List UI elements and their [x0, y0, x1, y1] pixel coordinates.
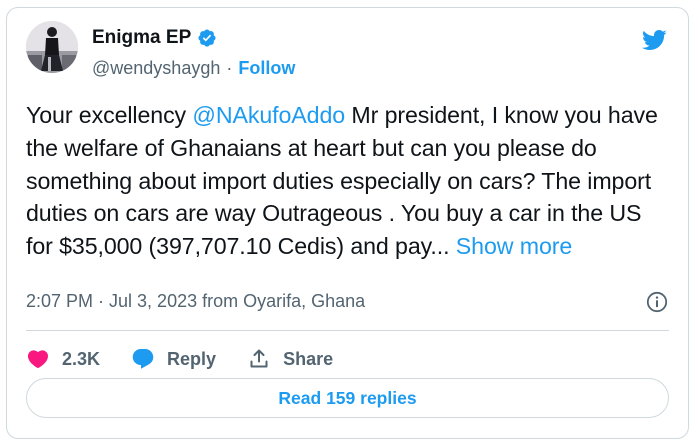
- like-button[interactable]: 2.3K: [26, 347, 100, 371]
- tweet-timestamp[interactable]: 2:07 PM · Jul 3, 2023 from Oyarifa, Ghan…: [26, 291, 365, 312]
- author-name[interactable]: Enigma EP: [92, 27, 191, 49]
- verified-badge-icon: [198, 29, 216, 47]
- like-count: 2.3K: [62, 348, 101, 369]
- author-handle[interactable]: @wendyshaygh: [92, 58, 220, 79]
- share-button[interactable]: Share: [247, 347, 333, 371]
- twitter-bird-icon[interactable]: [639, 27, 669, 53]
- separator-dot: ·: [226, 58, 233, 78]
- avatar[interactable]: [26, 21, 78, 73]
- reply-button[interactable]: Reply: [131, 347, 216, 371]
- tweet-text-intro: Your excellency: [26, 102, 193, 128]
- show-more-link[interactable]: Show more: [456, 233, 572, 259]
- author-name-row: Enigma EP: [92, 27, 217, 49]
- action-bar: 2.3K Reply Share: [26, 341, 364, 377]
- tweet-text: Your excellency @NAkufoAddo Mr president…: [26, 99, 671, 263]
- author-handle-row: @wendyshaygh · Follow: [92, 58, 295, 79]
- reply-label: Reply: [167, 348, 217, 369]
- share-label: Share: [283, 348, 334, 369]
- tweet-card: Enigma EP @wendyshaygh · Follow Your exc…: [6, 7, 689, 439]
- mention-link[interactable]: @NAkufoAddo: [192, 102, 345, 128]
- divider: [26, 330, 669, 331]
- info-icon[interactable]: [645, 290, 669, 314]
- share-icon: [250, 349, 268, 368]
- follow-button[interactable]: Follow: [238, 58, 295, 79]
- heart-icon: [27, 350, 49, 369]
- reply-bubble-icon: [132, 349, 154, 369]
- read-replies-button[interactable]: Read 159 replies: [26, 378, 669, 418]
